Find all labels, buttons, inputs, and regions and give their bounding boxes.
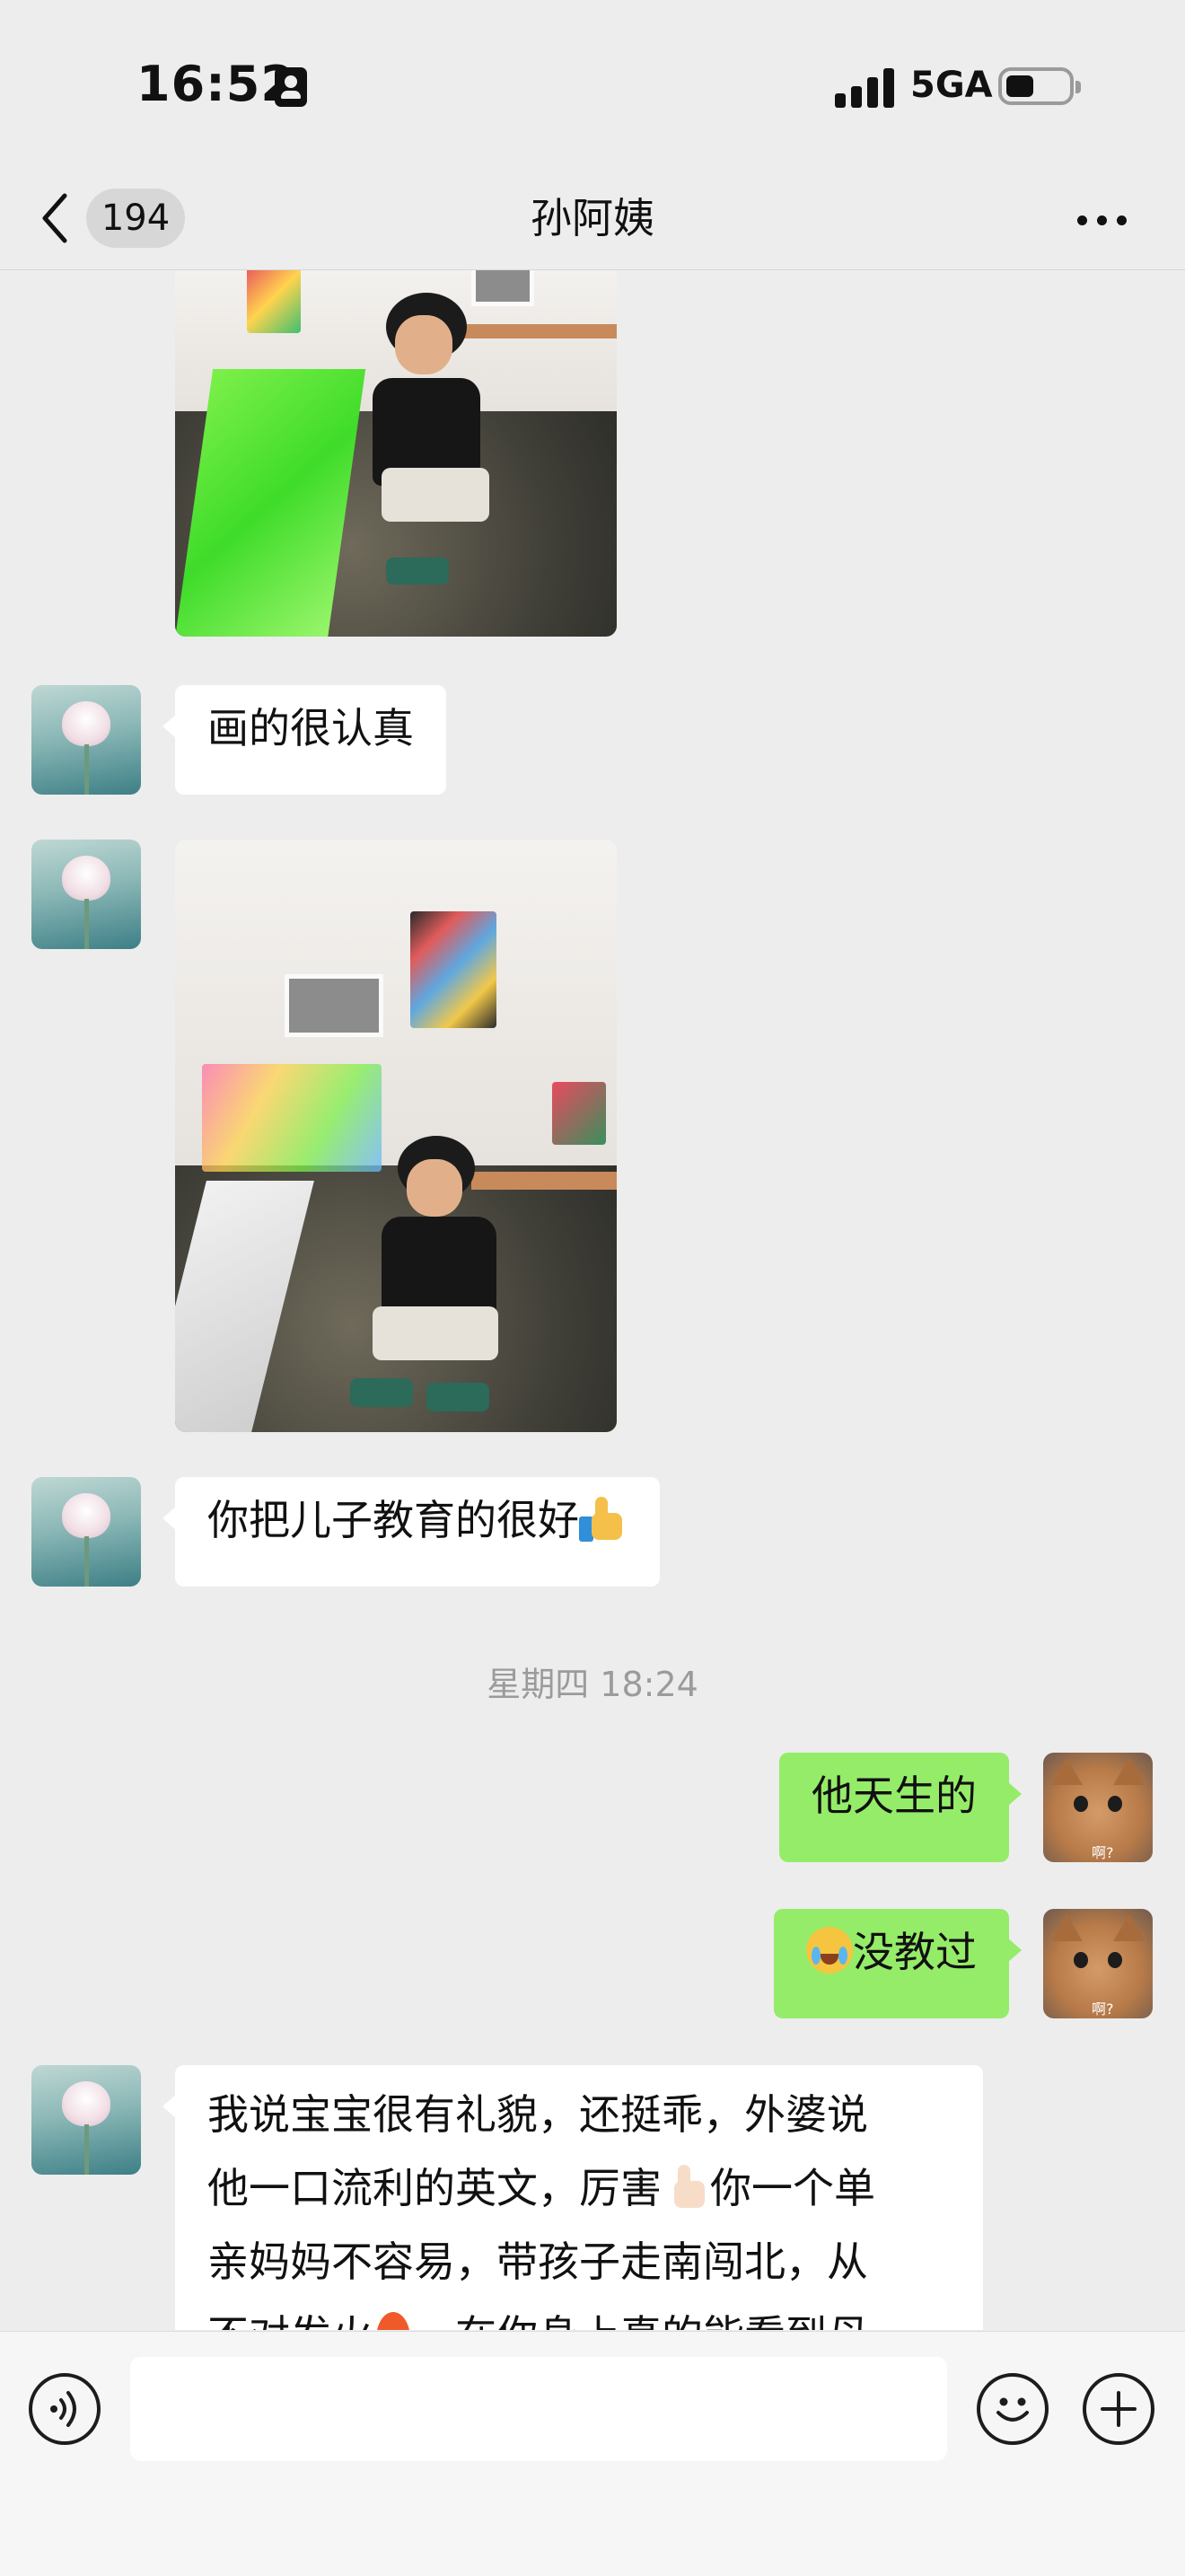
thumbs-up-icon xyxy=(579,1495,628,1543)
message-bubble-incoming[interactable]: 我说宝宝很有礼貌，还挺乖，外婆说 他一口流利的英文，厉害 你一个单 亲妈妈不容易，… xyxy=(162,2065,983,2330)
message-bubble-outgoing[interactable]: 他天生的 xyxy=(779,1753,1022,1862)
crying-laughing-icon xyxy=(806,1927,853,1974)
more-dots-icon[interactable] xyxy=(1077,207,1131,233)
status-bar: 16:52 5GA xyxy=(0,0,1185,171)
status-time: 16:52 xyxy=(136,56,295,112)
contact-avatar[interactable] xyxy=(31,685,141,795)
battery-icon xyxy=(998,67,1081,105)
message-timestamp: 星期四 18:24 xyxy=(487,1665,698,1704)
message-text: 画的很认真 xyxy=(207,704,414,752)
fire-icon xyxy=(373,2308,414,2330)
avatar-caption: 啊? xyxy=(1092,1844,1114,1861)
chat-image-1[interactable] xyxy=(175,270,617,637)
plus-icon[interactable] xyxy=(1083,2373,1154,2445)
message-line: 我说宝宝很有礼貌，还挺乖，外婆说 xyxy=(207,2090,868,2139)
signal-icon xyxy=(835,66,898,108)
self-avatar[interactable]: 啊? xyxy=(1043,1753,1153,1862)
contact-avatar[interactable] xyxy=(31,2065,141,2175)
message-text: 你把儿子教育的很好 xyxy=(207,1496,579,1544)
message-input-bar xyxy=(0,2331,1185,2576)
smiley-icon[interactable] xyxy=(977,2373,1049,2445)
message-input[interactable] xyxy=(130,2357,947,2461)
message-line: 他一口流利的英文，厉害 你一个单 xyxy=(207,2163,875,2212)
message-line: 亲妈妈不容易，带孩子走南闯北，从 xyxy=(207,2238,868,2286)
message-bubble-incoming[interactable]: 你把儿子教育的很好 xyxy=(162,1477,660,1587)
message-text: 没教过 xyxy=(853,1928,977,1976)
avatar-caption: 啊? xyxy=(1092,2000,1114,2018)
chat-title: 孙阿姨 xyxy=(531,194,654,242)
chat-image-2[interactable] xyxy=(175,840,617,1432)
thumbs-up-icon xyxy=(662,2163,710,2211)
message-bubble-incoming[interactable]: 画的很认真 xyxy=(162,685,446,795)
chat-header: 194 孙阿姨 xyxy=(0,171,1185,270)
contact-avatar[interactable] xyxy=(31,840,141,949)
person-badge-icon xyxy=(275,67,307,107)
message-list[interactable]: 画的很认真 你把儿子教育的很好 星期四 18:24 他天生的 啊? 没教过 啊?… xyxy=(0,270,1185,2330)
network-label: 5GA xyxy=(910,65,993,106)
message-line: 不对发火，在你身上真的能看到母 xyxy=(207,2299,951,2330)
self-avatar[interactable]: 啊? xyxy=(1043,1909,1153,2018)
message-bubble-outgoing[interactable]: 没教过 xyxy=(774,1909,1022,2018)
message-text: 他天生的 xyxy=(812,1772,977,1820)
voice-icon[interactable] xyxy=(29,2373,101,2445)
contact-avatar[interactable] xyxy=(31,1477,141,1587)
